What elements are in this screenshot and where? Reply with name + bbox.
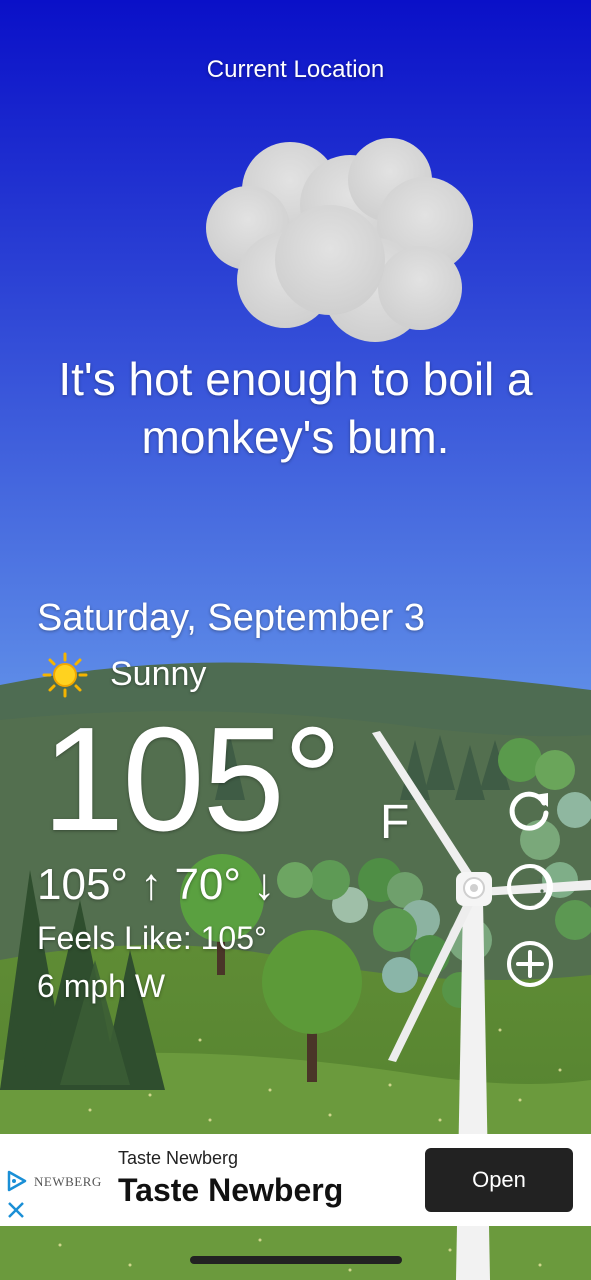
high-low-temperature: 105° ↑ 70° ↓ xyxy=(37,860,276,909)
ad-logo: NEWBERG xyxy=(34,1174,102,1189)
feels-like: Feels Like: 105° xyxy=(37,920,267,956)
current-location-label[interactable]: Current Location xyxy=(0,56,591,84)
weather-scene-background xyxy=(0,0,591,1280)
ad-headline[interactable]: Taste Newberg xyxy=(118,1172,343,1209)
weather-quip: It's hot enough to boil a monkey's bum. xyxy=(58,353,533,463)
ad-advertiser-name: Taste Newberg xyxy=(118,1148,239,1168)
home-indicator[interactable] xyxy=(190,1256,402,1264)
temperature-unit[interactable]: F xyxy=(380,795,409,850)
ad-close-icon[interactable] xyxy=(6,1200,26,1220)
wind-speed: 6 mph W xyxy=(37,968,166,1004)
weather-condition: Sunny xyxy=(110,655,207,693)
current-temperature: 105° xyxy=(42,697,342,862)
forecast-date: Saturday, September 3 xyxy=(37,597,425,639)
plus-circle-icon[interactable] xyxy=(504,938,556,990)
refresh-icon[interactable] xyxy=(504,783,556,835)
ad-open-button[interactable]: Open xyxy=(425,1148,573,1212)
moon-icon[interactable] xyxy=(504,861,556,913)
ad-choices-icon[interactable] xyxy=(6,1170,28,1192)
sun-icon xyxy=(42,652,88,698)
